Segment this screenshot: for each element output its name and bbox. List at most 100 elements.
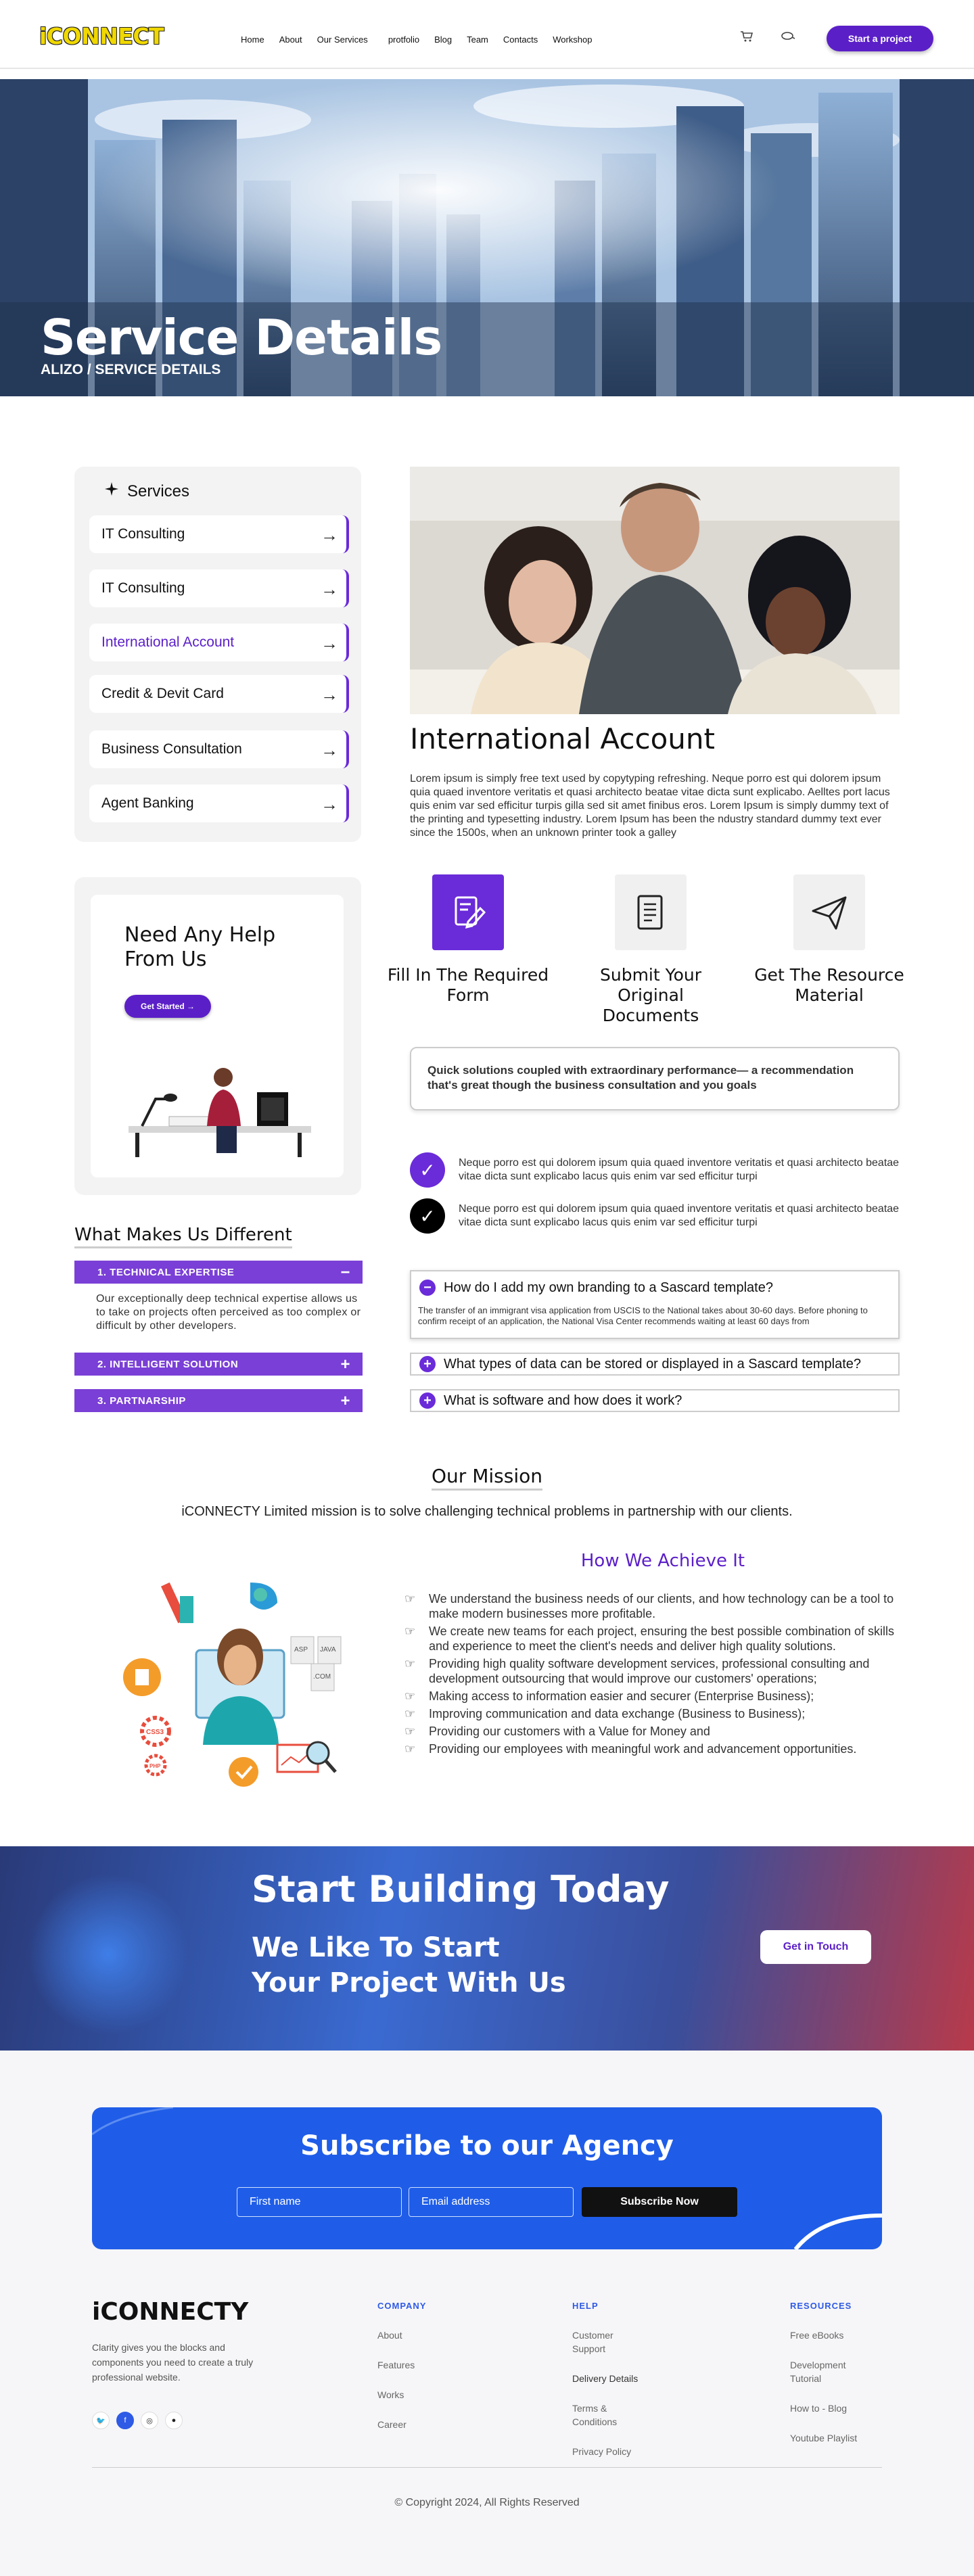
accordion-intelligent-solution[interactable]: 2. INTELLIGENT SOLUTION + <box>74 1353 363 1376</box>
desk-worker-illustration <box>129 1068 311 1157</box>
github-icon[interactable]: ● <box>165 2412 183 2429</box>
footer-link-career[interactable]: Career <box>377 2418 492 2431</box>
footer-link-blog[interactable]: How to - Blog <box>790 2402 871 2415</box>
paper-plane-icon <box>793 874 865 950</box>
footer-link-customer-support[interactable]: Customer Support <box>572 2328 647 2356</box>
footer-link-works[interactable]: Works <box>377 2388 492 2402</box>
arrow-right-icon: → <box>321 740 338 760</box>
footer-column-company: COMPANY About Features Works Career <box>377 2301 492 2448</box>
check-item: ✓ Neque porro est qui dolorem ipsum quia… <box>410 1152 900 1190</box>
service-item-credit-card[interactable]: Credit & Devit Card → <box>89 675 349 713</box>
nav-blog[interactable]: Blog <box>434 34 452 45</box>
service-item-international-account[interactable]: International Account → <box>89 624 349 661</box>
mission-title-text: Our Mission <box>432 1465 542 1491</box>
banner-subtitle: We Like To Start Your Project With Us <box>252 1932 566 1998</box>
nav-our-services[interactable]: Our Services <box>317 34 368 45</box>
accordion-technical-expertise[interactable]: 1. TECHNICAL EXPERTISE − <box>74 1261 363 1284</box>
get-in-touch-button[interactable]: Get in Touch <box>760 1930 871 1964</box>
arrow-right-icon: → <box>321 684 338 705</box>
achieve-title: How We Achieve It <box>580 1551 745 1571</box>
footer-column-title: HELP <box>572 2301 599 2311</box>
list-item: ☞ Providing our employees with meaningful… <box>404 1741 905 1756</box>
footer-link-terms[interactable]: Terms & Conditions <box>572 2402 647 2429</box>
check-item-text: Neque porro est qui dolorem ipsum quia q… <box>459 1203 900 1228</box>
footer-link-youtube[interactable]: Youtube Playlist <box>790 2431 871 2445</box>
service-item-it-consulting[interactable]: IT Consulting → <box>89 515 349 553</box>
nav-portfolio[interactable]: protfolio <box>388 34 419 45</box>
accordion-label: 3. PARTNARSHIP <box>97 1395 186 1407</box>
footer-link-about[interactable]: About <box>377 2328 492 2342</box>
service-item-it-consulting-2[interactable]: IT Consulting → <box>89 569 349 607</box>
different-title: What Makes Us Different <box>74 1225 292 1248</box>
list-item: ☞ We understand the business needs of our… <box>404 1591 905 1621</box>
accordion-partnarship[interactable]: 3. PARTNARSHIP + <box>74 1389 363 1412</box>
hand-point-icon: ☞ <box>404 1689 416 1703</box>
site-logo[interactable]: iCONNECT <box>39 23 164 49</box>
facebook-icon[interactable]: f <box>116 2412 134 2429</box>
twitter-icon[interactable]: 🐦 <box>92 2412 110 2429</box>
technology-illustration: ASP JAVA .COM CSS3 PHP <box>123 1582 342 1787</box>
faq-question: What is software and how does it work? <box>444 1392 682 1408</box>
first-name-input[interactable]: First name <box>237 2187 402 2217</box>
footer-link-tutorial[interactable]: Development Tutorial <box>790 2358 871 2385</box>
footer-link-privacy[interactable]: Privacy Policy <box>572 2445 647 2458</box>
get-started-button[interactable]: Get Started → <box>124 995 211 1018</box>
footer-column-title: COMPANY <box>377 2301 427 2311</box>
nav-home[interactable]: Home <box>241 34 264 45</box>
team-photo <box>410 467 900 714</box>
email-input[interactable]: Email address <box>409 2187 574 2217</box>
nav-about[interactable]: About <box>279 34 302 45</box>
list-item-text: Providing our customers with a Value for… <box>429 1725 710 1738</box>
services-title-label: Services <box>127 482 190 500</box>
footer-link-ebooks[interactable]: Free eBooks <box>790 2328 871 2342</box>
list-item: ☞ Making access to information easier and… <box>404 1689 905 1704</box>
mission-title: Our Mission <box>0 1465 974 1491</box>
plus-icon: + <box>340 1392 350 1410</box>
footer-logo[interactable]: iCONNECTY <box>92 2298 248 2326</box>
subscribe-title: Subscribe to our Agency <box>300 2130 674 2161</box>
service-item-business-consultation[interactable]: Business Consultation → <box>89 730 349 768</box>
faq-item-branding[interactable]: − How do I add my own branding to a Sasca… <box>410 1270 900 1339</box>
document-icon <box>615 874 687 950</box>
step-submit-documents: Submit Your Original Documents <box>570 874 732 1026</box>
nav-contacts[interactable]: Contacts <box>503 34 538 45</box>
footer-divider <box>92 2467 882 2468</box>
main-nav: Home About Our Services protfolio Blog T… <box>241 34 607 45</box>
form-icon <box>432 874 504 950</box>
faq-question: What types of data can be stored or disp… <box>444 1356 862 1372</box>
minus-icon: − <box>340 1263 350 1282</box>
list-item-text: We create new teams for each project, en… <box>429 1624 895 1653</box>
instagram-icon[interactable]: ◎ <box>141 2412 158 2429</box>
service-item-agent-banking[interactable]: Agent Banking → <box>89 784 349 822</box>
illustration-label-asp: ASP <box>294 1646 308 1654</box>
nav-workshop[interactable]: Workshop <box>553 34 592 45</box>
services-panel: Services IT Consulting → IT Consulting → I… <box>74 467 361 842</box>
step-get-resource: Get The Resource Material <box>748 874 910 1006</box>
search-icon[interactable] <box>781 30 795 45</box>
decorative-curves <box>92 2107 882 2249</box>
plus-icon: + <box>340 1355 350 1374</box>
faq-question: How do I add my own branding to a Sascar… <box>444 1280 773 1295</box>
faq-item-software[interactable]: + What is software and how does it work? <box>410 1389 900 1412</box>
help-card: Need Any Help From Us Get Started → <box>91 895 344 1177</box>
subscribe-button[interactable]: Subscribe Now <box>582 2187 737 2217</box>
footer-link-features[interactable]: Features <box>377 2358 492 2372</box>
hand-point-icon: ☞ <box>404 1725 416 1738</box>
copyright: © Copyright 2024, All Rights Reserved <box>394 2497 580 2508</box>
cart-icon[interactable] <box>740 30 753 46</box>
hand-point-icon: ☞ <box>404 1657 416 1670</box>
service-item-label: IT Consulting <box>101 580 185 596</box>
illustration-label-com: .COM <box>313 1673 331 1681</box>
faq-item-data-types[interactable]: + What types of data can be stored or dis… <box>410 1353 900 1376</box>
step-title: Submit Your Original Documents <box>600 965 701 1025</box>
hand-point-icon: ☞ <box>404 1742 416 1756</box>
quote-box: Quick solutions coupled with extraordina… <box>410 1047 900 1110</box>
nav-team[interactable]: Team <box>467 34 488 45</box>
service-item-label: Agent Banking <box>101 795 194 811</box>
footer-link-delivery-details[interactable]: Delivery Details <box>572 2372 647 2385</box>
check-circle-icon: ✓ <box>410 1198 445 1234</box>
help-panel: Need Any Help From Us Get Started → <box>74 877 361 1195</box>
minus-circle-icon: − <box>419 1280 436 1296</box>
start-project-button[interactable]: Start a project <box>827 26 933 51</box>
accordion-body: Our exceptionally deep technical experti… <box>96 1293 361 1332</box>
